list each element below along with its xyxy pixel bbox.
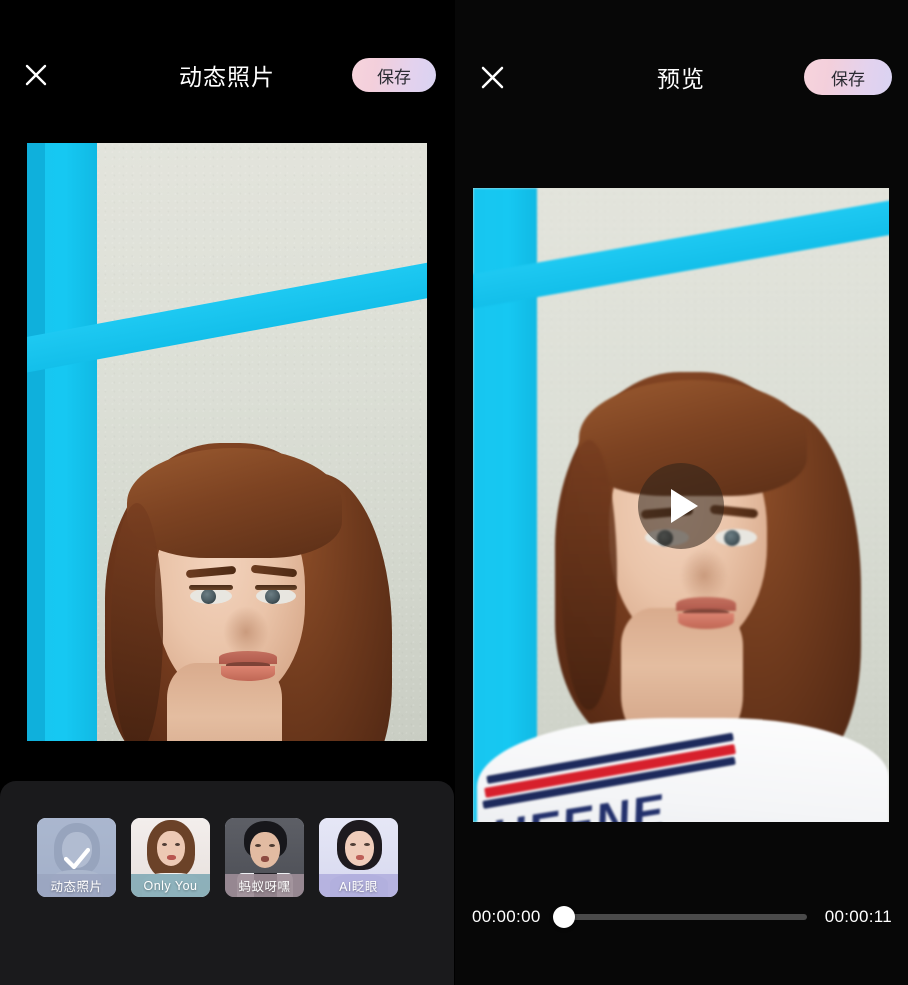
effect-thumb-mouth bbox=[261, 856, 269, 862]
effect-item-ant-yahey[interactable]: 蚂蚁呀嘿 bbox=[225, 818, 304, 897]
save-button-editor[interactable]: 保存 bbox=[352, 58, 436, 92]
effect-thumb-mouth bbox=[167, 855, 176, 860]
close-icon[interactable] bbox=[18, 57, 54, 93]
effect-thumb-eye-right bbox=[364, 843, 370, 846]
photo-iris-right bbox=[265, 589, 280, 604]
close-icon[interactable] bbox=[474, 59, 510, 95]
photo-hair-front bbox=[127, 448, 342, 558]
effect-thumb-eye-right bbox=[269, 844, 275, 847]
photo-lid-right bbox=[255, 585, 297, 590]
effect-item-dynamic-photo[interactable]: 动态照片 bbox=[37, 818, 116, 897]
video-hair-strand-left bbox=[561, 440, 617, 710]
playback-timeline: 00:00:00 00:00:11 bbox=[472, 900, 892, 934]
photo-iris-left bbox=[201, 589, 216, 604]
effect-label: 蚂蚁呀嘿 bbox=[225, 874, 304, 897]
effect-list: 动态照片 Only You 蚂蚁呀嘿 AI眨眼 bbox=[37, 818, 398, 897]
effect-label: AI眨眼 bbox=[319, 874, 398, 897]
total-time-label: 00:00:11 bbox=[824, 907, 892, 926]
photo-lid-left bbox=[189, 585, 233, 590]
effect-thumb-face bbox=[345, 831, 374, 866]
current-time-label: 00:00:00 bbox=[472, 907, 541, 926]
effect-item-only-you[interactable]: Only You bbox=[131, 818, 210, 897]
photo-lip-lower bbox=[221, 666, 275, 681]
editor-panel: UEENE 动态照片 保存 bbox=[0, 0, 454, 985]
effect-label: Only You bbox=[131, 874, 210, 897]
panel-divider bbox=[454, 0, 455, 985]
app-root: UEENE 动态照片 保存 bbox=[0, 0, 908, 985]
play-button[interactable] bbox=[638, 463, 724, 549]
effect-thumb-mouth bbox=[356, 855, 364, 860]
effect-tray: 动态照片 Only You 蚂蚁呀嘿 AI眨眼 bbox=[0, 781, 454, 985]
effect-thumb-eye-right bbox=[175, 843, 180, 846]
editor-header: 动态照片 保存 bbox=[0, 44, 454, 106]
seek-thumb[interactable] bbox=[552, 906, 575, 928]
video-nose bbox=[680, 548, 728, 603]
checkmark-icon bbox=[37, 818, 116, 897]
effect-thumb-face bbox=[250, 832, 280, 868]
preview-header: 预览 保存 bbox=[454, 46, 908, 108]
play-triangle-icon bbox=[671, 489, 698, 523]
seek-slider[interactable] bbox=[552, 903, 813, 931]
effect-thumb-eye-left bbox=[162, 843, 167, 846]
photo-hair-strand-left bbox=[111, 503, 163, 741]
save-button-preview[interactable]: 保存 bbox=[804, 59, 892, 95]
photo-beam-vertical-2 bbox=[27, 143, 45, 741]
effect-thumb-face bbox=[157, 831, 185, 866]
effect-item-ai-blink[interactable]: AI眨眼 bbox=[319, 818, 398, 897]
seek-track bbox=[562, 914, 807, 920]
photo-preview-editor[interactable]: UEENE bbox=[27, 143, 427, 741]
effect-thumb-eye-left bbox=[350, 843, 356, 846]
video-iris-right bbox=[724, 530, 740, 546]
effect-thumb-eye-left bbox=[255, 844, 261, 847]
video-lip-lower bbox=[678, 613, 734, 629]
